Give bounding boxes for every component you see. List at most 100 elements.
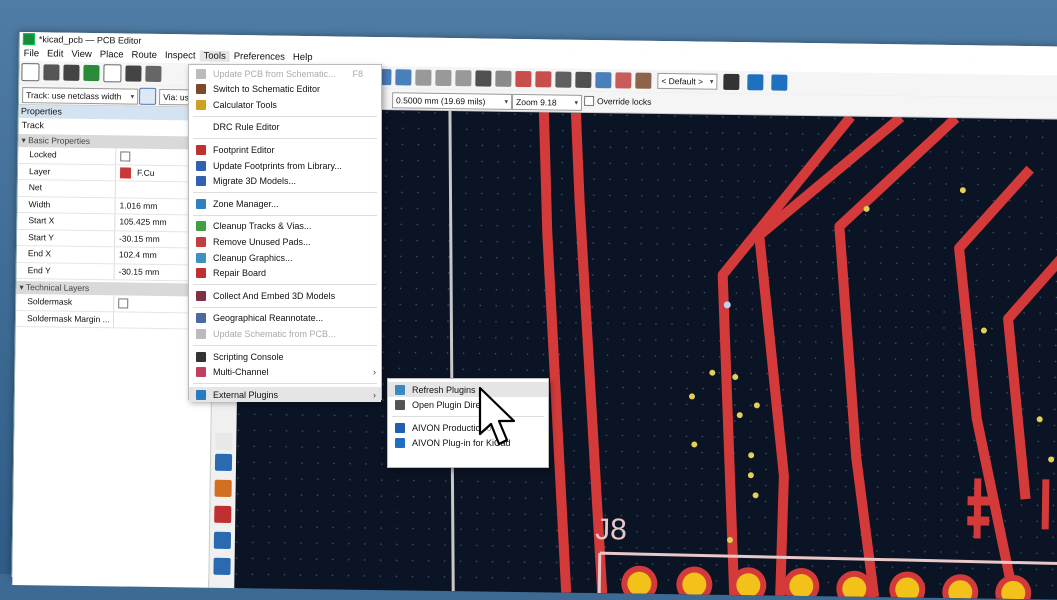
property-row: End Y -30.15 mm: [16, 262, 213, 282]
menu-item-refresh-plugins[interactable]: Refresh Plugins: [388, 382, 548, 397]
menu-item-aivon-productio[interactable]: AIVON Productioliot: [388, 420, 548, 435]
zoom-select[interactable]: Zoom 9.18 ▾: [511, 93, 583, 111]
ruler-icon[interactable]: [214, 505, 232, 524]
menu-route[interactable]: Route: [127, 50, 161, 61]
lock-icon[interactable]: [475, 70, 492, 87]
menu-item-scripting-console[interactable]: Scripting Console: [189, 349, 381, 364]
override-locks-checkbox[interactable]: [584, 95, 595, 107]
mirror-icon[interactable]: [395, 69, 412, 86]
property-value[interactable]: [116, 181, 120, 197]
aivon-logo-icon[interactable]: [771, 74, 788, 91]
menu-item-geographical-reannotate[interactable]: Geographical Reannotate...: [189, 311, 381, 326]
update-footprints-from-library-icon: [196, 160, 206, 171]
print-icon[interactable]: [125, 65, 142, 82]
menu-item-zone-manager[interactable]: Zone Manager...: [189, 196, 381, 211]
aivon-upload-icon[interactable]: [747, 74, 764, 91]
menu-item-external-plugins[interactable]: External Plugins ›: [189, 387, 381, 403]
geographical-reannotate-icon: [196, 313, 206, 324]
menu-item-aivon-plug-in-for-kicad[interactable]: AIVON Plug-in for KiCad: [388, 436, 548, 451]
menu-item-repair-board[interactable]: Repair Board: [189, 266, 381, 281]
scripting-console-icon: [196, 351, 206, 362]
menu-item-label: Cleanup Tracks & Vias...: [213, 221, 312, 232]
property-key: Locked: [18, 147, 117, 164]
property-value[interactable]: F.Cu: [116, 165, 155, 181]
open-plugin-dire-icon: [395, 400, 405, 411]
diamond-icon[interactable]: [213, 531, 232, 550]
new-file-icon[interactable]: [21, 63, 40, 82]
menu-help[interactable]: Help: [289, 52, 317, 63]
property-value[interactable]: 1.016 mm: [115, 198, 158, 214]
property-value[interactable]: [116, 148, 131, 164]
property-checkbox[interactable]: [118, 298, 129, 309]
group-icon[interactable]: [435, 69, 452, 87]
menu-item-label: Footprint Editor: [213, 144, 275, 155]
menu-item-label: Cleanup Graphics...: [213, 252, 293, 263]
tools-icon[interactable]: [213, 557, 231, 576]
arrange-icon[interactable]: [214, 453, 233, 472]
ungroup-icon[interactable]: [455, 70, 472, 87]
open-folder-icon[interactable]: [43, 64, 60, 81]
net-inspector-icon[interactable]: [555, 71, 572, 88]
track-width-icon[interactable]: [138, 87, 157, 105]
aivon-plug-in-for-kicad-icon: [395, 438, 405, 449]
property-checkbox[interactable]: [120, 151, 131, 162]
property-value[interactable]: [114, 312, 118, 328]
layer-icon[interactable]: [575, 71, 592, 88]
menu-separator: [193, 284, 377, 286]
menu-item-cleanup-graphics[interactable]: Cleanup Graphics...: [189, 250, 381, 265]
property-value[interactable]: [114, 295, 129, 311]
menu-separator: [193, 345, 377, 346]
plugin-strip-icon[interactable]: [215, 432, 233, 451]
drc-icon[interactable]: [515, 70, 532, 88]
save-icon[interactable]: [63, 64, 80, 81]
aivon-productio-icon: [395, 422, 405, 433]
menu-item-update-schematic-from-pcb: Update Schematic from PCB...: [189, 326, 381, 341]
menu-item-collect-and-embed-3d-models[interactable]: Collect And Embed 3D Models: [189, 288, 381, 303]
fill-zones-icon[interactable]: [615, 72, 632, 89]
measure-icon[interactable]: [214, 479, 232, 498]
menu-item-open-plugin-dire[interactable]: Open Plugin Dire: [388, 398, 548, 413]
menu-place[interactable]: Place: [96, 49, 128, 60]
page-setup-icon[interactable]: [103, 64, 122, 83]
plot-icon[interactable]: [145, 65, 162, 82]
align-icon[interactable]: [415, 69, 432, 86]
plugin-icon[interactable]: [635, 72, 652, 89]
menu-item-drc-rule-editor[interactable]: DRC Rule Editor: [189, 120, 381, 135]
grid-select[interactable]: 0.5000 mm (19.69 mils) ▾: [391, 92, 513, 110]
unlock-icon[interactable]: [495, 70, 512, 87]
silk-label-j8: J8: [595, 513, 627, 546]
override-locks-toggle[interactable]: Override locks: [584, 95, 651, 107]
property-value[interactable]: 105.425 mm: [115, 214, 166, 230]
scripting-icon[interactable]: [595, 72, 612, 89]
menu-item-update-footprints-from-library[interactable]: Update Footprints from Library...: [189, 158, 381, 173]
menu-item-multi-channel[interactable]: Multi-Channel ›: [189, 365, 381, 380]
menu-tools[interactable]: Tools: [199, 50, 230, 62]
menu-file[interactable]: File: [20, 48, 43, 59]
menu-item-cleanup-tracks-vias[interactable]: Cleanup Tracks & Vias...: [189, 219, 381, 234]
layer-preset-select[interactable]: < Default > ▾: [657, 72, 718, 90]
footprint-check-icon[interactable]: [535, 71, 552, 88]
layer-color-swatch: [119, 167, 132, 179]
menu-item-label: Zone Manager...: [213, 198, 279, 209]
property-value[interactable]: -30.15 mm: [115, 231, 160, 247]
menu-item-remove-unused-pads[interactable]: Remove Unused Pads...: [189, 234, 381, 249]
menu-item-migrate-3d-models[interactable]: Migrate 3D Models...: [189, 174, 381, 189]
menu-preferences[interactable]: Preferences: [230, 51, 289, 63]
menu-item-label: Geographical Reannotate...: [213, 313, 324, 324]
external-plugins-icon: [196, 389, 206, 400]
menu-view[interactable]: View: [67, 49, 96, 60]
board-setup-icon[interactable]: [83, 64, 100, 82]
property-value[interactable]: -30.15 mm: [115, 264, 160, 280]
console-icon[interactable]: [723, 73, 740, 91]
property-value[interactable]: 102.4 mm: [115, 247, 157, 263]
property-key: Start Y: [17, 229, 116, 247]
window-title: *kicad_pcb — PCB Editor: [38, 34, 142, 46]
track-width-select[interactable]: Track: use netclass width ▾: [22, 87, 139, 105]
menu-item-footprint-editor[interactable]: Footprint Editor: [189, 142, 381, 157]
property-value-text: 1.016 mm: [119, 200, 158, 211]
multi-channel-icon: [196, 367, 206, 378]
menu-item-switch-to-schematic-editor[interactable]: Switch to Schematic Editor: [189, 82, 381, 97]
menu-item-calculator-tools[interactable]: Calculator Tools: [189, 97, 381, 112]
menu-edit[interactable]: Edit: [43, 48, 68, 59]
menu-inspect[interactable]: Inspect: [161, 50, 200, 62]
